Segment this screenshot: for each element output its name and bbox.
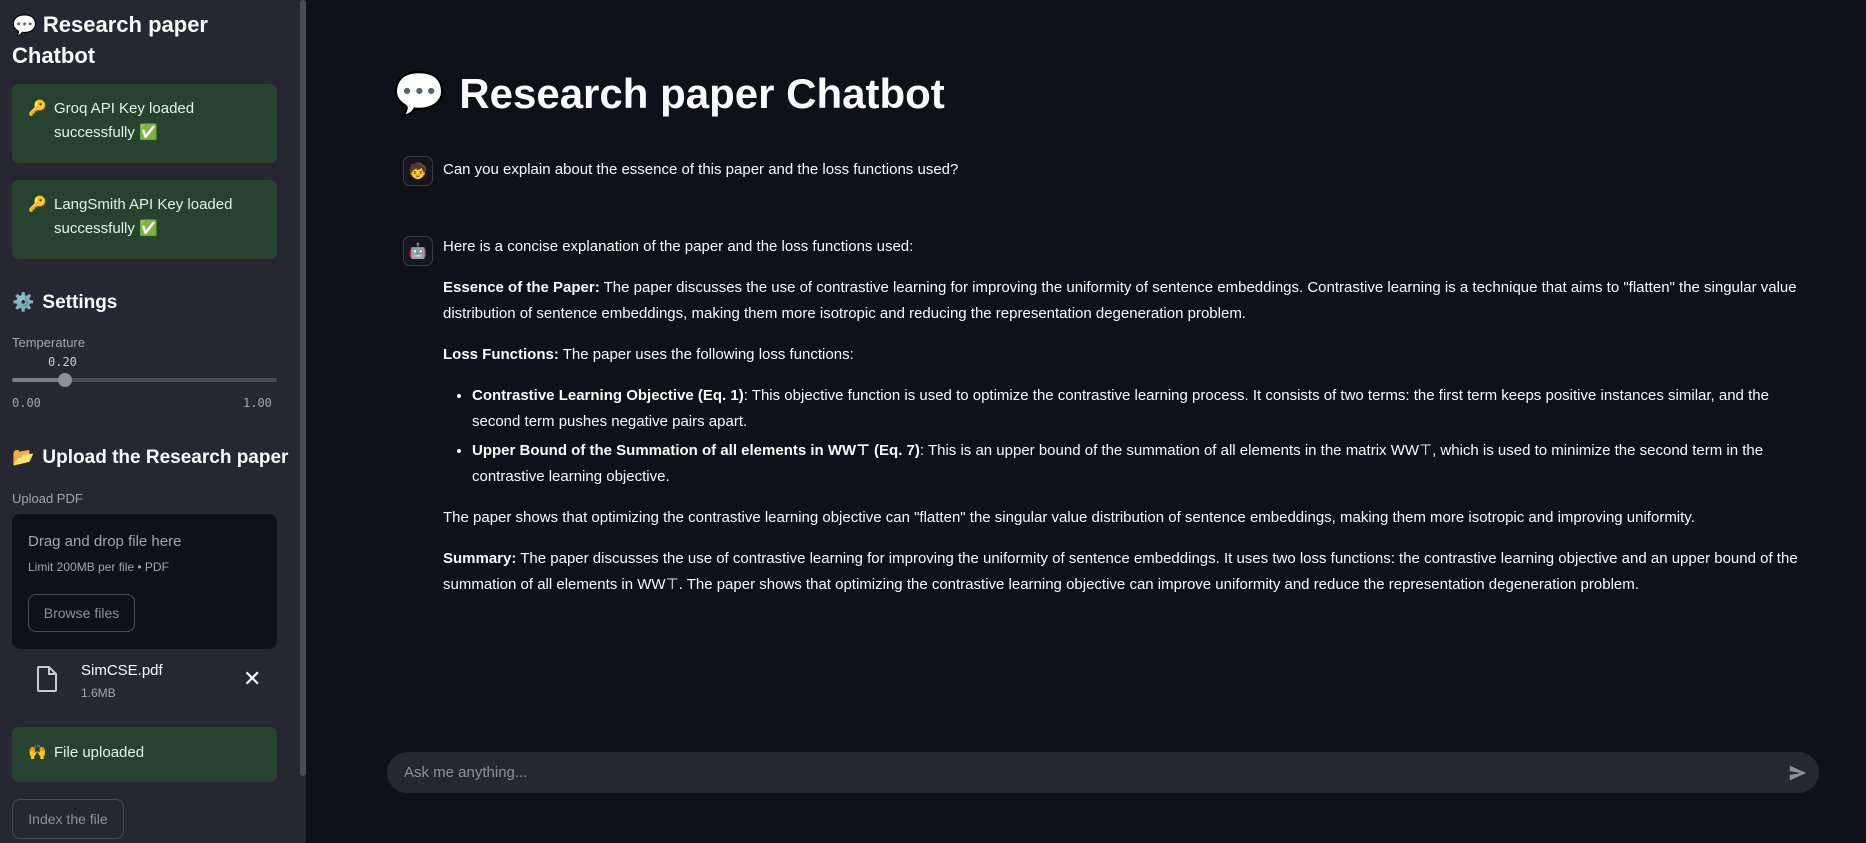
send-icon[interactable]	[1787, 762, 1809, 784]
remove-file-icon[interactable]: ✕	[243, 666, 261, 692]
langsmith-key-alert: 🔑 LangSmith API Key loaded successfully ✅	[12, 180, 277, 259]
upload-label: Upload PDF	[12, 491, 83, 506]
loss-list: Contrastive Learning Objective (Eq. 1): …	[443, 383, 1818, 490]
list-item: Upper Bound of the Summation of all elem…	[472, 438, 1818, 490]
temperature-value: 0.20	[48, 355, 77, 369]
assistant-avatar-icon: 🤖	[403, 236, 433, 266]
file-size: 1.6MB	[81, 686, 116, 700]
file-name: SimCSE.pdf	[81, 662, 163, 679]
sidebar-title: 💬 Research paper Chatbot	[12, 12, 208, 68]
assistant-intro: Here is a concise explanation of the pap…	[443, 238, 914, 255]
uploaded-file-row: SimCSE.pdf 1.6MB ✕	[12, 656, 277, 706]
key-icon: 🔑	[28, 196, 47, 213]
slider-max: 1.00	[243, 396, 272, 410]
groq-key-alert: 🔑 Groq API Key loaded successfully ✅	[12, 84, 277, 163]
file-uploaded-alert: 🙌 File uploaded	[12, 727, 277, 782]
slider-min: 0.00	[12, 396, 41, 410]
user-message: Can you explain about the essence of thi…	[443, 161, 959, 178]
dropzone-subtitle: Limit 200MB per file • PDF	[28, 560, 169, 574]
file-dropzone[interactable]: Drag and drop file here Limit 200MB per …	[12, 514, 277, 649]
browse-files-button[interactable]: Browse files	[28, 594, 135, 632]
folder-icon: 📂	[12, 447, 35, 467]
sidebar: 💬 Research paper Chatbot 🔑 Groq API Key lo…	[0, 0, 306, 843]
sidebar-scrollbar[interactable]	[300, 0, 306, 776]
essence-paragraph: Essence of the Paper: The paper discusse…	[443, 279, 1797, 322]
assistant-message: Here is a concise explanation of the pap…	[443, 234, 1818, 613]
gear-icon: ⚙️	[12, 292, 35, 312]
key-icon: 🔑	[28, 100, 47, 117]
list-item: Contrastive Learning Objective (Eq. 1): …	[472, 383, 1818, 435]
index-file-button[interactable]: Index the file	[12, 799, 124, 839]
chat-input[interactable]	[387, 752, 1819, 793]
temperature-slider[interactable]	[12, 373, 277, 387]
speech-bubble-icon: 💬	[12, 15, 37, 37]
settings-heading: ⚙️ Settings	[12, 292, 118, 313]
speech-bubble-icon: 💬	[393, 70, 446, 117]
summary-paragraph: Summary: The paper discusses the use of …	[443, 550, 1798, 593]
conclusion-paragraph: The paper shows that optimizing the cont…	[443, 509, 1695, 526]
dropzone-title: Drag and drop file here	[28, 533, 182, 550]
loss-paragraph: Loss Functions: The paper uses the follo…	[443, 346, 854, 363]
page-title: 💬 Research paper Chatbot	[393, 70, 945, 117]
raised-hands-icon: 🙌	[28, 744, 47, 761]
temperature-label: Temperature	[12, 335, 85, 350]
user-avatar-icon: 🧒	[403, 156, 433, 186]
slider-thumb[interactable]	[58, 373, 72, 387]
upload-heading: 📂 Upload the Research paper	[12, 447, 289, 468]
file-icon	[37, 666, 57, 692]
